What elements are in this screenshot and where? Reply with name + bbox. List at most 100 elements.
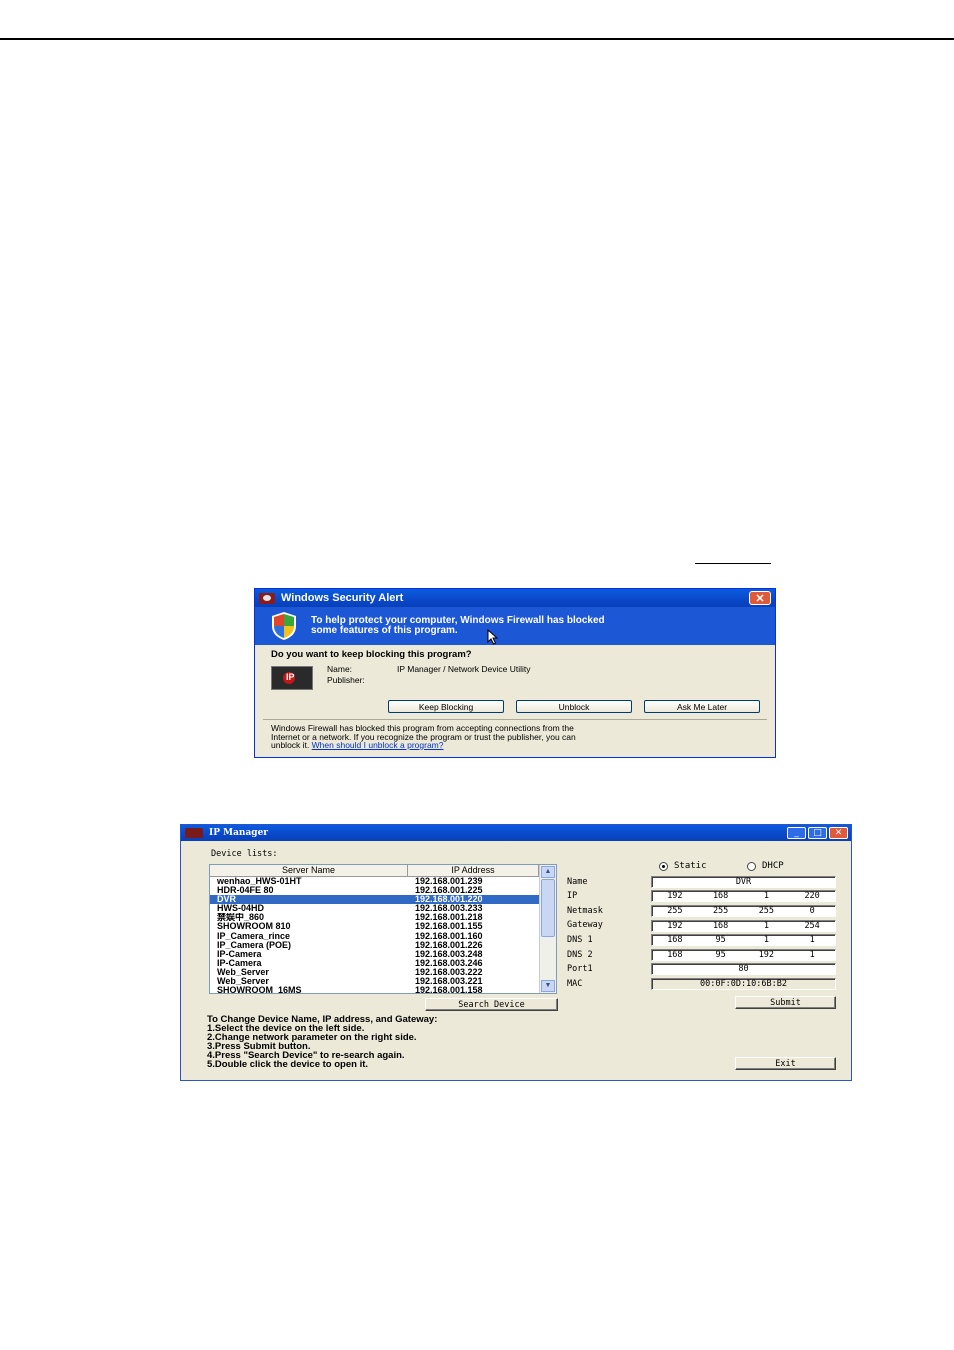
instruction-line: 5.Double click the device to open it. <box>207 1059 369 1070</box>
device-list-scrollbar[interactable]: ▲ ▼ <box>539 865 556 993</box>
dns2-octet-3[interactable]: 192 <box>744 950 790 960</box>
gateway-octet-4[interactable]: 254 <box>789 921 835 931</box>
exit-button[interactable]: Exit <box>735 1057 836 1070</box>
security-alert-question: Do you want to keep blocking this progra… <box>271 649 472 660</box>
table-row[interactable]: wenhao_HWS-01HT 192.168.001.239 <box>210 877 556 886</box>
server-name-cell: IP-Camera <box>217 949 262 959</box>
ip-address-cell: 192.168.001.225 <box>415 886 483 896</box>
dns1-field[interactable]: 168 95 1 1 <box>651 934 836 946</box>
ip-label: IP <box>567 891 578 901</box>
security-alert-titlebar[interactable]: Windows Security Alert ✕ <box>255 589 775 607</box>
netmask-octet-3[interactable]: 255 <box>744 906 790 916</box>
gateway-octet-2[interactable]: 168 <box>698 921 744 931</box>
table-row[interactable]: HDR-04FE 80 192.168.001.225 <box>210 886 556 895</box>
gateway-label: Gateway <box>567 920 603 930</box>
table-row[interactable]: Web_Server 192.168.003.222 <box>210 968 556 977</box>
dns2-octet-1[interactable]: 168 <box>652 950 698 960</box>
scroll-thumb[interactable] <box>541 879 555 937</box>
table-row[interactable]: Web_Server 192.168.003.221 <box>210 977 556 986</box>
gateway-octet-1[interactable]: 192 <box>652 921 698 931</box>
banner-text-line2: some features of this program. <box>311 625 458 636</box>
port-field[interactable]: 80 <box>651 963 836 975</box>
device-list[interactable]: Server Name IP Address wenhao_HWS-01HT 19… <box>209 864 557 994</box>
ip-octet-3[interactable]: 1 <box>744 891 790 901</box>
server-name-cell: IP_Camera (POE) <box>217 940 292 950</box>
netmask-field[interactable]: 255 255 255 0 <box>651 905 836 917</box>
ip-address-cell: 192.168.003.233 <box>415 904 483 914</box>
close-icon[interactable]: ✕ <box>749 591 771 605</box>
ip-field[interactable]: 192 168 1 220 <box>651 890 836 902</box>
name-label: Name: <box>327 664 353 674</box>
minimize-icon[interactable]: _ <box>787 827 806 839</box>
name-field-value: DVR <box>735 877 752 887</box>
text-underline-mark <box>695 563 771 564</box>
ip-address-cell: 192.168.001.160 <box>415 931 483 941</box>
dns1-label: DNS 1 <box>567 935 593 945</box>
netmask-octet-4[interactable]: 0 <box>789 906 835 916</box>
ip-address-cell: 192.168.003.248 <box>415 949 483 959</box>
static-radio[interactable] <box>659 861 668 871</box>
ip-address-cell: 192.168.003.222 <box>415 967 483 977</box>
keep-blocking-button[interactable]: Keep Blocking <box>388 700 504 713</box>
dhcp-label: DHCP <box>762 861 784 871</box>
dns1-octet-4[interactable]: 1 <box>789 935 835 945</box>
netmask-octet-2[interactable]: 255 <box>698 906 744 916</box>
ip-manager-window: IP Manager _ □ ✕ Device lists: Server Na… <box>180 824 852 1081</box>
table-row[interactable]: HWS-04HD 192.168.003.233 <box>210 904 556 913</box>
table-row[interactable]: IP-Camera 192.168.003.246 <box>210 959 556 968</box>
windows-shield-icon <box>272 612 296 640</box>
maximize-icon[interactable]: □ <box>808 827 827 839</box>
security-alert-title: Windows Security Alert <box>281 592 404 604</box>
ip-manager-logo-icon <box>271 666 313 690</box>
table-row[interactable]: DVR 192.168.001.220 <box>210 895 556 905</box>
program-name: IP Manager / Network Device Utility <box>397 664 531 674</box>
ip-octet-2[interactable]: 168 <box>698 891 744 901</box>
dns1-octet-2[interactable]: 95 <box>698 935 744 945</box>
ip-address-cell: 192.168.001.218 <box>415 913 483 923</box>
table-row[interactable]: IP_Camera_rince 192.168.001.160 <box>210 932 556 941</box>
ip-address-cell: 192.168.001.239 <box>415 877 483 886</box>
device-lists-label: Device lists: <box>211 849 278 859</box>
scroll-down-icon[interactable]: ▼ <box>541 980 555 992</box>
dns2-octet-2[interactable]: 95 <box>698 950 744 960</box>
dhcp-radio[interactable] <box>747 861 756 871</box>
app-icon <box>259 592 275 604</box>
dns1-octet-1[interactable]: 168 <box>652 935 698 945</box>
server-name-cell: wenhao_HWS-01HT <box>217 877 302 886</box>
when-to-unblock-link[interactable]: When should I unblock a program? <box>312 740 444 750</box>
server-name-cell: IP-Camera <box>217 958 262 968</box>
ask-me-later-button[interactable]: Ask Me Later <box>644 700 760 713</box>
dns1-octet-3[interactable]: 1 <box>744 935 790 945</box>
table-row[interactable]: IP-Camera 192.168.003.248 <box>210 950 556 959</box>
ip-manager-titlebar[interactable]: IP Manager <box>181 825 851 841</box>
page-top-rule <box>0 38 954 40</box>
table-row[interactable]: SHOWROOM_16MS 192.168.001.158 <box>210 986 556 994</box>
dns2-field[interactable]: 168 95 192 1 <box>651 949 836 961</box>
name-label: Name <box>567 877 588 887</box>
table-row[interactable]: SHOWROOM 810 192.168.001.155 <box>210 922 556 931</box>
ip-address-cell: 192.168.003.246 <box>415 958 483 968</box>
column-header-server-name[interactable]: Server Name <box>210 865 408 876</box>
ip-octet-4[interactable]: 220 <box>789 891 835 901</box>
ip-manager-title: IP Manager <box>209 828 269 838</box>
mouse-cursor-icon <box>487 629 499 645</box>
footer-text-line3: unblock it. <box>271 740 310 750</box>
scroll-up-icon[interactable]: ▲ <box>541 866 555 878</box>
close-icon[interactable]: ✕ <box>829 827 848 839</box>
name-field[interactable]: DVR <box>651 876 836 888</box>
submit-button[interactable]: Submit <box>735 996 836 1009</box>
column-header-ip-address[interactable]: IP Address <box>408 865 539 876</box>
table-row[interactable]: 禁娱中_860 192.168.001.218 <box>210 913 556 922</box>
table-row[interactable]: IP_Camera (POE) 192.168.001.226 <box>210 941 556 950</box>
app-icon <box>185 828 203 838</box>
dns2-octet-4[interactable]: 1 <box>789 950 835 960</box>
netmask-label: Netmask <box>567 906 603 916</box>
server-name-cell: SHOWROOM_16MS <box>217 986 302 994</box>
netmask-octet-1[interactable]: 255 <box>652 906 698 916</box>
mac-label: MAC <box>567 979 583 989</box>
gateway-field[interactable]: 192 168 1 254 <box>651 920 836 932</box>
search-device-button[interactable]: Search Device <box>425 998 558 1011</box>
gateway-octet-3[interactable]: 1 <box>744 921 790 931</box>
unblock-button[interactable]: Unblock <box>516 700 632 713</box>
ip-octet-1[interactable]: 192 <box>652 891 698 901</box>
